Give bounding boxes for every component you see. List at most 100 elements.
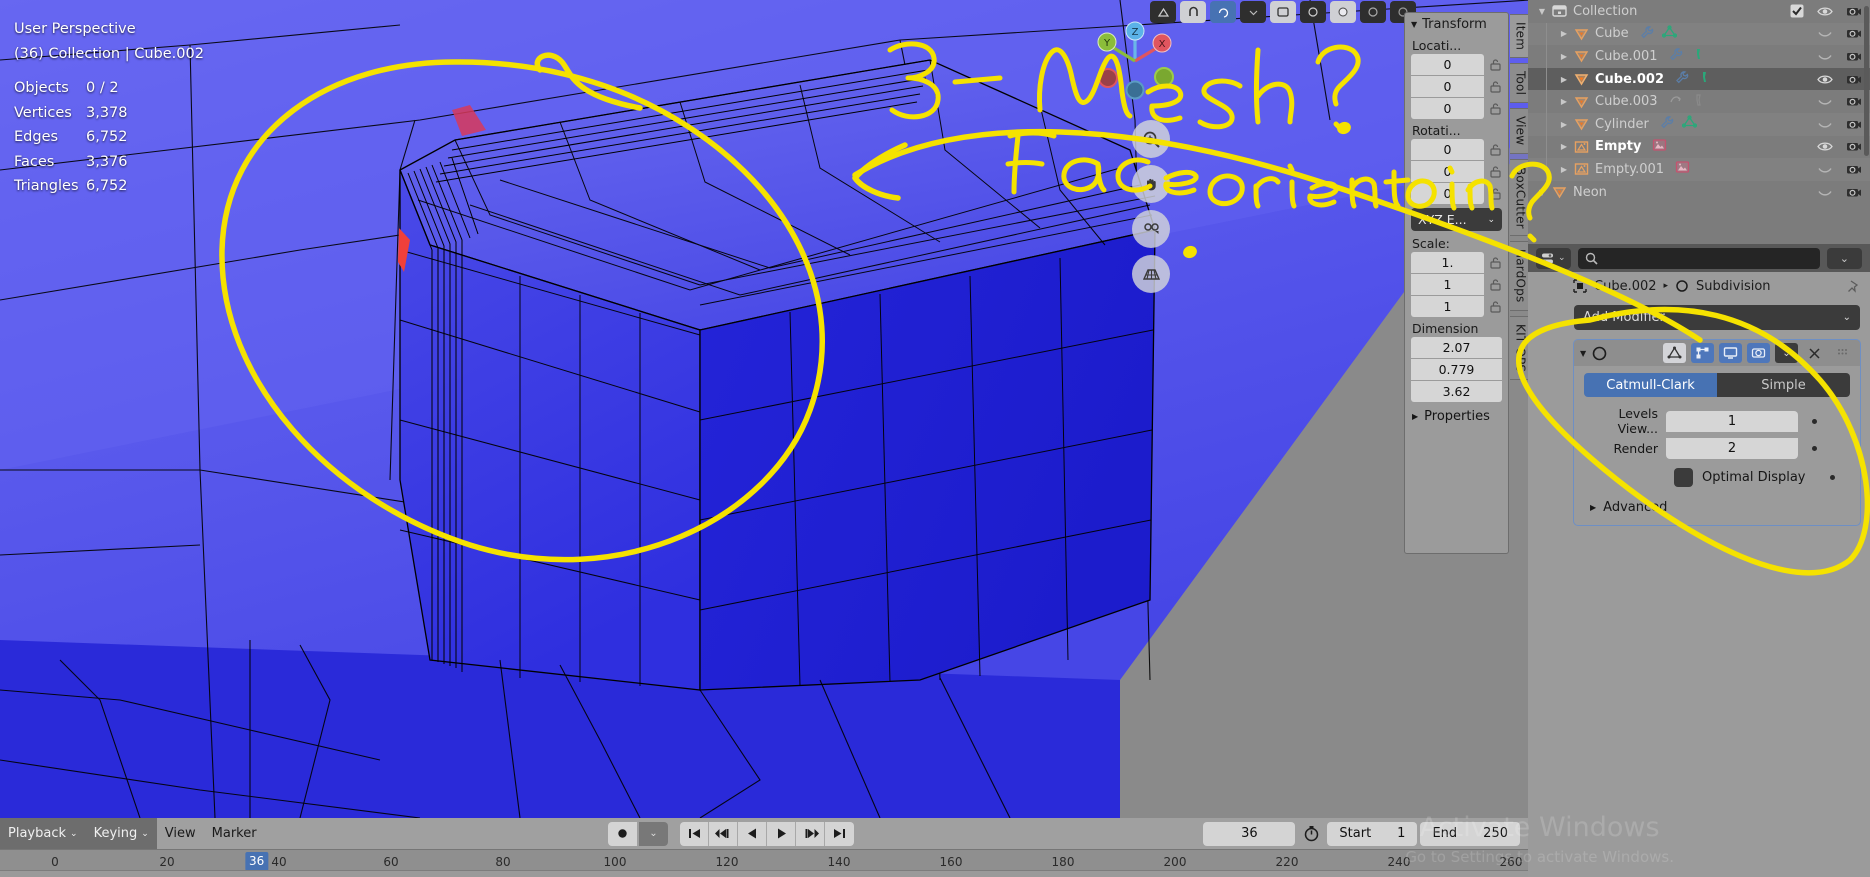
- disable-in-render-icon[interactable]: [1846, 5, 1862, 18]
- snap-dropdown-icon[interactable]: [1210, 1, 1236, 23]
- breadcrumb-object[interactable]: Cube.002: [1594, 279, 1657, 294]
- scale-fields[interactable]: 1. 1 1: [1405, 252, 1508, 317]
- outliner-item-datablocks[interactable]: [1652, 138, 1667, 156]
- timeline-menu-playback[interactable]: Playback ⌄: [0, 818, 86, 849]
- expand-toggle-icon[interactable]: ▼: [1534, 7, 1550, 16]
- outliner-row-empty[interactable]: ▶ Empty: [1528, 135, 1870, 159]
- mesh-data-icon[interactable]: [1681, 115, 1697, 133]
- outliner-visibility-controls[interactable]: [1817, 73, 1862, 86]
- viewport-nav-gizmo[interactable]: Z X Y: [1092, 18, 1178, 104]
- record-button[interactable]: [608, 821, 637, 846]
- timeline-menu-marker[interactable]: Marker: [204, 822, 265, 845]
- editor-type-selector[interactable]: ⌄: [1536, 247, 1571, 269]
- lock-icon[interactable]: [1489, 256, 1502, 269]
- render-display-toggle[interactable]: [1747, 343, 1770, 363]
- levels-viewport-animate-dot[interactable]: [1812, 418, 1817, 424]
- lock-icon[interactable]: [1489, 80, 1502, 93]
- playback-controls[interactable]: ⌄: [608, 821, 854, 846]
- current-frame-input[interactable]: 36: [1203, 821, 1296, 846]
- levels-viewport-input[interactable]: 1: [1666, 410, 1798, 432]
- 3d-viewport[interactable]: User Perspective (36) Collection | Cube.…: [0, 0, 1530, 818]
- properties-subpanel-header[interactable]: ▶ Properties: [1405, 403, 1508, 424]
- subdivision-type-simple[interactable]: Simple: [1717, 373, 1850, 397]
- outliner-row-cube-001[interactable]: ▶ Cube.001: [1528, 45, 1870, 68]
- modifier-grey-icon[interactable]: [1691, 93, 1706, 111]
- rotation-input-2[interactable]: 0: [1411, 183, 1484, 204]
- properties-editor[interactable]: ⌄ ⌄ Cube.002 ▸ Subdivision Add Modifier …: [1528, 244, 1870, 877]
- properties-search-input[interactable]: [1577, 247, 1820, 269]
- optimal-display-animate-dot[interactable]: [1829, 475, 1835, 480]
- location-input-2[interactable]: 0: [1411, 98, 1484, 119]
- wrench-icon[interactable]: [1675, 70, 1690, 88]
- hide-in-viewport-icon[interactable]: [1817, 73, 1833, 86]
- shading-wireframe-icon[interactable]: [1300, 1, 1326, 23]
- disable-in-render-icon[interactable]: [1846, 118, 1862, 131]
- realtime-display-toggle[interactable]: [1719, 343, 1742, 363]
- dimension-input-1[interactable]: 0.779: [1411, 359, 1502, 380]
- subdivision-type-toggle[interactable]: Catmull-Clark Simple: [1584, 373, 1850, 397]
- properties-filter-dropdown[interactable]: ⌄: [1826, 247, 1862, 269]
- hide-in-viewport-icon[interactable]: [1817, 140, 1833, 153]
- exclude-checkbox[interactable]: [1790, 4, 1804, 18]
- outliner-row-cube-002[interactable]: ▶ Cube.002: [1528, 67, 1870, 91]
- outliner-row-neon[interactable]: ▼ Neon: [1528, 181, 1870, 204]
- modifier-drag-handle[interactable]: [1831, 343, 1854, 363]
- outliner-item-datablocks[interactable]: [1669, 93, 1706, 111]
- timeline-scrollbar[interactable]: [0, 870, 1528, 877]
- hide-in-viewport-icon[interactable]: [1817, 95, 1833, 108]
- properties-header[interactable]: ⌄ ⌄: [1528, 244, 1870, 272]
- timeline-editor[interactable]: Playback ⌄ Keying ⌄ View Marker ⌄ 36 Sta…: [0, 818, 1528, 877]
- render-levels-input[interactable]: 2: [1666, 438, 1798, 459]
- lock-icon[interactable]: [1489, 300, 1502, 313]
- shading-material-icon[interactable]: [1330, 1, 1356, 23]
- rotation-input-1[interactable]: 0: [1411, 161, 1484, 182]
- location-fields[interactable]: 000: [1405, 54, 1508, 119]
- hide-in-viewport-icon[interactable]: [1817, 186, 1833, 199]
- wrench-icon[interactable]: [1660, 115, 1675, 133]
- curve-icon[interactable]: [1669, 93, 1684, 111]
- hide-in-viewport-icon[interactable]: [1817, 118, 1833, 131]
- outliner-visibility-controls[interactable]: [1817, 118, 1862, 131]
- wrench-icon[interactable]: [1669, 47, 1684, 65]
- expand-toggle-icon[interactable]: ▶: [1556, 142, 1572, 151]
- outliner-visibility-controls[interactable]: [1817, 163, 1862, 176]
- expand-toggle-icon[interactable]: ▶: [1556, 75, 1572, 84]
- jump-start-button[interactable]: [680, 821, 709, 846]
- modifier-panel[interactable]: ▼ ⌄ Catmull-Clark Simple Levels View... …: [1573, 339, 1861, 526]
- show-on-cage-toggle[interactable]: [1663, 343, 1686, 363]
- disable-in-render-icon[interactable]: [1846, 73, 1862, 86]
- grid-icon[interactable]: [1132, 255, 1170, 293]
- location-input-1[interactable]: 0: [1411, 76, 1484, 97]
- jump-end-button[interactable]: [825, 821, 854, 846]
- outliner-visibility-controls[interactable]: [1817, 186, 1862, 199]
- expand-toggle-icon[interactable]: ▶: [1556, 29, 1572, 38]
- lock-icon[interactable]: [1489, 187, 1502, 200]
- hide-in-viewport-icon[interactable]: [1817, 50, 1833, 63]
- lock-icon[interactable]: [1489, 165, 1502, 178]
- outliner-row-cube-003[interactable]: ▶ Cube.003: [1528, 90, 1870, 113]
- scale-input-2[interactable]: 1: [1411, 296, 1484, 317]
- wrench-icon[interactable]: [1640, 25, 1655, 43]
- disable-in-render-icon[interactable]: [1846, 163, 1862, 176]
- optimal-display-checkbox[interactable]: [1674, 468, 1693, 487]
- rotation-fields[interactable]: 000: [1405, 139, 1508, 204]
- pin-icon[interactable]: [1846, 279, 1861, 294]
- image-icon[interactable]: [1675, 160, 1690, 178]
- lock-icon[interactable]: [1489, 58, 1502, 71]
- camera-icon[interactable]: [1132, 210, 1170, 248]
- modifier-close-button[interactable]: [1803, 343, 1826, 363]
- disable-in-render-icon[interactable]: [1846, 27, 1862, 40]
- modifier-panel-header[interactable]: ▼ ⌄: [1574, 340, 1860, 366]
- expand-toggle-icon[interactable]: ▶: [1556, 165, 1572, 174]
- outliner-row-collection[interactable]: ▼ Collection: [1528, 0, 1870, 23]
- edit-mode-display-toggle[interactable]: [1691, 343, 1714, 363]
- hide-in-viewport-icon[interactable]: [1817, 27, 1833, 40]
- lock-icon[interactable]: [1489, 102, 1502, 115]
- outliner-item-datablocks[interactable]: [1640, 25, 1677, 43]
- outliner-visibility-controls[interactable]: [1817, 50, 1862, 63]
- outliner-visibility-controls[interactable]: [1817, 95, 1862, 108]
- zoom-icon[interactable]: [1132, 120, 1170, 158]
- viewport-nav-buttons[interactable]: [1132, 120, 1172, 300]
- modifier-green-icon[interactable]: [1697, 70, 1712, 88]
- breadcrumb-modifier[interactable]: Subdivision: [1696, 279, 1771, 294]
